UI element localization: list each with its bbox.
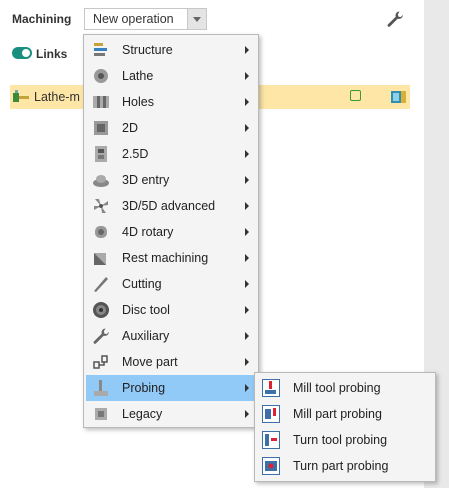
submenu-item-label: Mill part probing <box>293 407 382 421</box>
chevron-right-icon <box>245 124 249 132</box>
menu-item-auxiliary[interactable]: Auxiliary <box>86 323 256 349</box>
menu-item-label: Disc tool <box>122 303 170 317</box>
chevron-right-icon <box>245 150 249 158</box>
machining-label: Machining <box>12 12 72 26</box>
probing-icon <box>94 380 108 396</box>
menu-item-label: 3D/5D advanced <box>122 199 216 213</box>
menu-item-holes[interactable]: Holes <box>86 89 256 115</box>
turn-part-probing-icon <box>262 457 280 475</box>
wrench-icon[interactable] <box>386 10 404 28</box>
operation-combo[interactable]: New operation <box>84 8 207 30</box>
menu-item-4d-rotary[interactable]: 4D rotary <box>86 219 256 245</box>
menu-item-label: 4D rotary <box>122 225 174 239</box>
tree-row-label: Lathe-m <box>34 90 80 104</box>
menu-item-lathe[interactable]: Lathe <box>86 63 256 89</box>
status-badge <box>350 90 361 101</box>
menu-item-2-5d[interactable]: 2.5D <box>86 141 256 167</box>
menu-item-2d[interactable]: 2D <box>86 115 256 141</box>
disc-tool-icon <box>93 302 109 318</box>
menu-item-probing[interactable]: Probing <box>86 375 256 401</box>
chevron-right-icon <box>245 306 249 314</box>
chevron-right-icon <box>245 280 249 288</box>
holes-icon <box>93 96 109 108</box>
2d-icon <box>94 121 108 135</box>
chevron-right-icon <box>245 176 249 184</box>
chevron-right-icon <box>245 72 249 80</box>
submenu-item-turn-part-probing[interactable]: Turn part probing <box>257 453 433 479</box>
menu-item-label: Move part <box>122 355 178 369</box>
submenu-item-turn-tool-probing[interactable]: Turn tool probing <box>257 427 433 453</box>
menu-item-disc-tool[interactable]: Disc tool <box>86 297 256 323</box>
4d-rotary-icon <box>95 226 107 238</box>
lathe-icon <box>94 69 108 83</box>
submenu-item-label: Turn part probing <box>293 459 389 473</box>
menu-item-3d-entry[interactable]: 3D entry <box>86 167 256 193</box>
2-5d-icon <box>95 146 107 162</box>
menu-item-move-part[interactable]: Move part <box>86 349 256 375</box>
menu-item-label: Holes <box>122 95 154 109</box>
rest-machining-icon <box>94 253 106 265</box>
links-toggle[interactable] <box>12 47 32 59</box>
chevron-right-icon <box>245 332 249 340</box>
submenu-item-label: Mill tool probing <box>293 381 381 395</box>
3d-5d-advanced-icon <box>94 199 108 213</box>
machine-status-icon <box>391 91 406 103</box>
chevron-right-icon <box>245 254 249 262</box>
auxiliary-icon <box>93 328 109 344</box>
chevron-right-icon <box>245 358 249 366</box>
operation-menu: Structure Lathe Holes 2D 2.5D 3D entry 3… <box>83 34 259 428</box>
chevron-right-icon <box>245 410 249 418</box>
cutting-icon <box>94 277 108 292</box>
menu-item-label: 3D entry <box>122 173 170 187</box>
legacy-icon <box>95 408 107 420</box>
menu-item-cutting[interactable]: Cutting <box>86 271 256 297</box>
chevron-right-icon <box>245 384 249 392</box>
3d-entry-icon <box>93 175 109 187</box>
structure-icon <box>94 43 107 56</box>
menu-item-rest-machining[interactable]: Rest machining <box>86 245 256 271</box>
menu-item-3d-5d-advanced[interactable]: 3D/5D advanced <box>86 193 256 219</box>
links-label: Links <box>36 47 68 61</box>
submenu-item-mill-tool-probing[interactable]: Mill tool probing <box>257 375 433 401</box>
menu-item-label: Structure <box>122 43 173 57</box>
chevron-right-icon <box>245 228 249 236</box>
chevron-down-icon[interactable] <box>187 9 206 29</box>
mill-part-probing-icon <box>262 405 280 423</box>
menu-item-label: Cutting <box>122 277 162 291</box>
menu-item-label: Legacy <box>122 407 163 421</box>
chevron-right-icon <box>245 202 249 210</box>
turn-tool-probing-icon <box>262 431 280 449</box>
submenu-item-mill-part-probing[interactable]: Mill part probing <box>257 401 433 427</box>
submenu-item-label: Turn tool probing <box>293 433 388 447</box>
menu-item-label: 2.5D <box>122 147 149 161</box>
menu-item-label: 2D <box>122 121 138 135</box>
mill-tool-probing-icon <box>262 379 280 397</box>
menu-item-label: Lathe <box>122 69 154 83</box>
menu-item-label: Rest machining <box>122 251 209 265</box>
probing-submenu: Mill tool probing Mill part probing Turn… <box>254 372 436 482</box>
menu-item-label: Auxiliary <box>122 329 170 343</box>
menu-item-label: Probing <box>122 381 166 395</box>
lathe-operation-icon <box>13 90 29 102</box>
menu-item-structure[interactable]: Structure <box>86 37 256 63</box>
move-part-icon <box>93 355 108 369</box>
chevron-right-icon <box>245 98 249 106</box>
menu-item-legacy[interactable]: Legacy <box>86 401 256 427</box>
chevron-right-icon <box>245 46 249 54</box>
operation-combo-value: New operation <box>93 12 174 26</box>
